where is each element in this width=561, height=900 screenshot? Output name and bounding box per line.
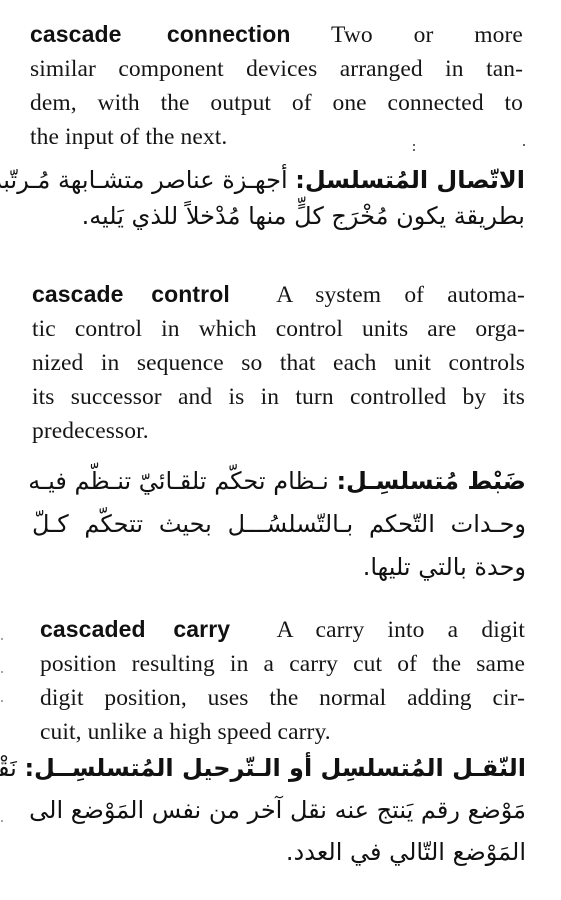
english-definition: cascaded carry A carry into a digit posi… — [40, 612, 525, 749]
arabic-definition-line: نَقْـل إلى — [0, 754, 17, 782]
arabic-term: الاتّصال المُتسلسل: — [295, 166, 525, 194]
arabic-definition: الاتّصال المُتسلسل: أجهـزة عناصر متشـابه… — [0, 162, 525, 234]
print-speck — [413, 149, 415, 151]
print-speck — [523, 144, 525, 146]
definition-line: A system of automa- — [276, 282, 525, 308]
definition-line: position resulting in a carry cut of the… — [40, 651, 525, 677]
print-speck — [413, 144, 415, 146]
entry-term: cascade connection — [30, 21, 291, 47]
english-definition: cascade control A system of automa- tic … — [32, 277, 525, 448]
arabic-definition-line: وحـدات التّحكم بـالتّسلسُـــل بحيث تتحكّ… — [32, 510, 526, 538]
arabic-definition-line: أجهـزة عناصر متشـابهة مُـرتّبة — [0, 166, 288, 194]
definition-line: the input of the next. — [30, 124, 228, 150]
arabic-definition-line: بطريقة يكون مُخْرَج كلٍّ منها مُدْخلاً ل… — [81, 202, 525, 230]
arabic-definition: ضَبْط مُتسلسِـل: نـظام تحكّم تلقـائيّ تن… — [28, 460, 526, 589]
english-definition: cascade connection Two or more similar c… — [30, 17, 523, 154]
arabic-definition-line: نـظام تحكّم تلقـائيّ تنـظّم فيـه — [28, 467, 329, 495]
definition-line: tic control in which control units are o… — [32, 316, 525, 342]
scan-speck — [1, 700, 3, 702]
scan-speck — [1, 762, 3, 764]
arabic-definition-line: المَوْضع التّالي في العدد. — [285, 838, 526, 866]
scan-speck — [1, 638, 3, 640]
definition-line: A carry into a digit — [276, 617, 526, 643]
arabic-definition: النّقـل المُتسلسِل أو الـتّرحيل المُتسلس… — [0, 747, 526, 873]
arabic-definition-line: مَوْضع رقم يَنتج عنه نقل آخر من نفس المَ… — [29, 796, 526, 824]
definition-line: its successor and is in turn controlled … — [32, 384, 525, 410]
entry-term: cascaded carry — [40, 616, 231, 642]
definition-line: similar component devices arranged in ta… — [30, 56, 523, 82]
definition-line: digit position, uses the normal adding c… — [40, 685, 525, 711]
definition-line: cuit, unlike a high speed carry. — [40, 719, 331, 745]
scan-speck — [1, 671, 3, 673]
arabic-term: النّقـل المُتسلسِل أو الـتّرحيل المُتسلس… — [24, 754, 526, 782]
definition-line: nized in sequence so that each unit cont… — [32, 350, 525, 376]
dictionary-page: cascade connection Two or more similar c… — [0, 0, 561, 900]
definition-line: dem, with the output of one connected to — [30, 90, 523, 116]
entry-term: cascade control — [32, 281, 230, 307]
arabic-definition-line: وحدة بالتي تليها. — [362, 553, 526, 581]
definition-line: Two or more — [331, 22, 523, 48]
arabic-term: ضَبْط مُتسلسِـل: — [336, 467, 526, 495]
definition-line: predecessor. — [32, 418, 149, 444]
scan-speck — [1, 820, 3, 822]
